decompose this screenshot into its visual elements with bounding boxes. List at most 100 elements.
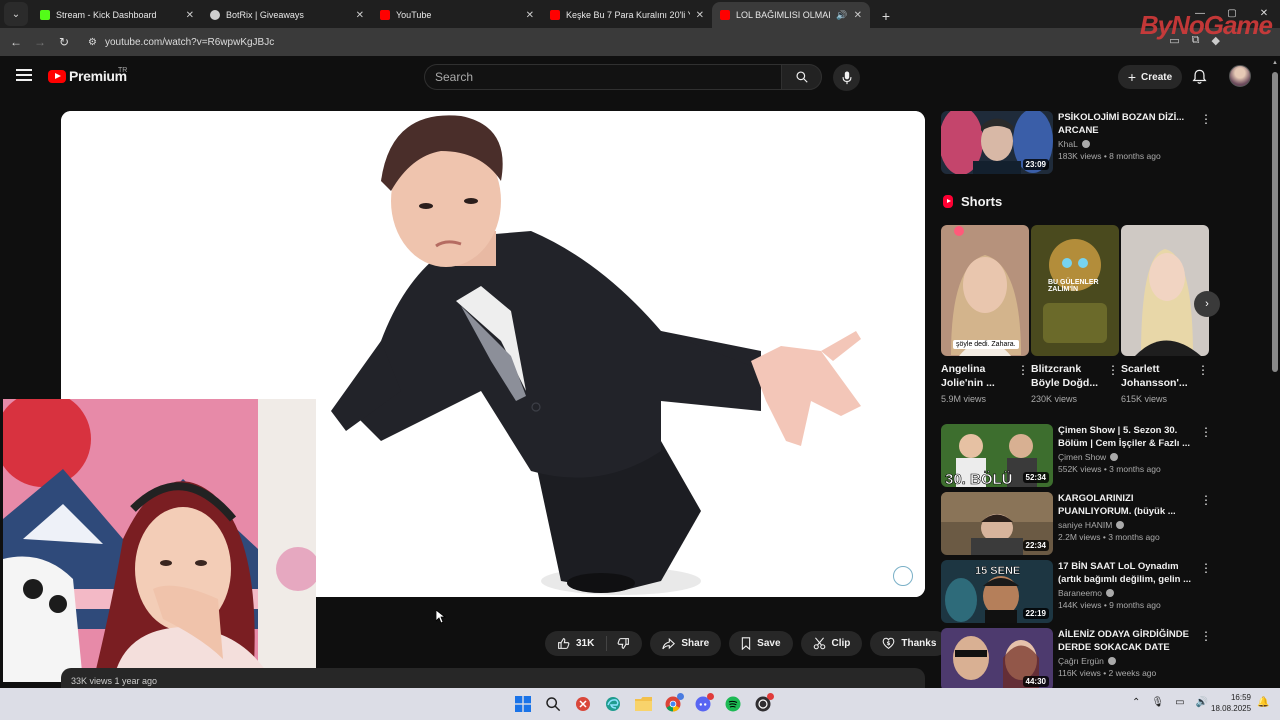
video-title[interactable]: 17 BİN SAAT LoL Oynadım (artık bağımlı d…: [1058, 560, 1196, 586]
windows-start-icon[interactable]: [512, 693, 534, 715]
volume-icon[interactable]: 🔊: [1196, 697, 1208, 708]
scrollbar-thumb[interactable]: [1272, 72, 1278, 372]
channel-name[interactable]: Baraneemo: [1058, 588, 1102, 598]
notifications-icon[interactable]: [1192, 69, 1207, 85]
recommended-video[interactable]: 15 SENE 22:19 17 BİN SAAT LoL Oynadım (a…: [941, 560, 1212, 624]
notification-badge: [677, 693, 684, 700]
account-avatar[interactable]: [1229, 65, 1251, 87]
more-vertical-icon[interactable]: ⋮: [1017, 364, 1029, 376]
video-thumbnail[interactable]: 15 SENE 22:19: [941, 560, 1053, 623]
close-tab-icon[interactable]: ✕: [186, 10, 194, 21]
video-thumbnail[interactable]: 22:34: [941, 492, 1053, 555]
channel-watermark-icon[interactable]: [893, 566, 913, 586]
youtube-premium-logo[interactable]: Premium: [48, 68, 127, 84]
back-icon[interactable]: ←: [4, 35, 28, 49]
search-input[interactable]: Search: [424, 64, 782, 90]
like-button[interactable]: 31K: [545, 631, 606, 656]
file-explorer-icon[interactable]: [632, 693, 654, 715]
video-title[interactable]: AİLENİZ ODAYA GİRDİĞİNDE DERDE SOKACAK D…: [1058, 628, 1196, 654]
recommended-video-arcane[interactable]: 23:09 PSİKOLOJİMİ BOZAN DİZİ... ARCANE K…: [941, 111, 1212, 175]
network-icon[interactable]: ▭: [1175, 697, 1184, 708]
browser-tab-kick[interactable]: Stream - Kick Dashboard ✕: [32, 2, 202, 28]
recommended-video[interactable]: 44:30 AİLENİZ ODAYA GİRDİĞİNDE DERDE SOK…: [941, 628, 1212, 692]
more-vertical-icon[interactable]: ⋮: [1200, 562, 1212, 574]
windows-taskbar: ⌃ 🎙 ▭ 🔊 16:59 18.08.2025 🔔: [0, 688, 1280, 720]
page-scrollbar[interactable]: [1270, 56, 1280, 688]
url-field[interactable]: ⚙ youtube.com/watch?v=R6wpwKgJBJc: [80, 31, 282, 53]
close-tab-icon[interactable]: ✕: [696, 10, 704, 21]
shorts-next-button[interactable]: ›: [1194, 291, 1220, 317]
recommended-video[interactable]: 22:34 KARGOLARINIZI PUANLIYORUM. (büyük …: [941, 492, 1212, 556]
tab-title: Stream - Kick Dashboard: [56, 10, 157, 20]
speaker-icon[interactable]: 🔊: [836, 10, 847, 21]
microphone-icon[interactable]: 🎙: [1151, 697, 1164, 708]
discord-icon[interactable]: [692, 693, 714, 715]
short-thumbnail[interactable]: [1121, 225, 1209, 356]
video-title[interactable]: Çimen Show | 5. Sezon 30. Bölüm | Cem İş…: [1058, 424, 1196, 450]
search-icon[interactable]: [542, 693, 564, 715]
microphone-icon: [841, 70, 852, 84]
edge-icon[interactable]: [602, 693, 624, 715]
video-title[interactable]: PSİKOLOJİMİ BOZAN DİZİ... ARCANE: [1058, 111, 1196, 137]
short-title[interactable]: Blitzcrank Böyle Doğd...: [1031, 362, 1105, 390]
thanks-button[interactable]: $ Thanks: [870, 631, 949, 656]
short-title[interactable]: Angelina Jolie'nin ...: [941, 362, 1015, 390]
channel-row: Çağrı Ergün: [1058, 656, 1196, 666]
recommended-video[interactable]: 30. BÖLÜ 52:34 Çimen Show | 5. Sezon 30.…: [941, 424, 1212, 488]
create-button[interactable]: + Create: [1118, 65, 1182, 89]
short-item[interactable]: şöyle dedi. Zahara. Angelina Jolie'nin .…: [941, 225, 1029, 404]
voice-search-button[interactable]: [833, 64, 860, 91]
search-button[interactable]: [781, 64, 822, 90]
close-tab-icon[interactable]: ✕: [526, 10, 534, 21]
share-button[interactable]: Share: [650, 631, 722, 656]
obs-icon[interactable]: [752, 693, 774, 715]
video-thumbnail[interactable]: 23:09: [941, 111, 1053, 174]
tab-search-button[interactable]: ⌄: [4, 2, 28, 26]
short-item[interactable]: BU GÜLENLER ZALİM'İN Blitzcrank Böyle Do…: [1031, 225, 1119, 404]
reload-icon[interactable]: ↻: [52, 35, 76, 49]
more-vertical-icon[interactable]: ⋮: [1200, 494, 1212, 506]
close-tab-icon[interactable]: ✕: [854, 10, 862, 21]
browser-tab-youtube[interactable]: YouTube ✕: [372, 2, 542, 28]
dislike-button[interactable]: [607, 631, 642, 656]
site-info-icon[interactable]: ⚙: [88, 37, 97, 48]
more-vertical-icon[interactable]: ⋮: [1200, 113, 1212, 125]
browser-tab-botrix[interactable]: BotRix | Giveaways ✕: [202, 2, 372, 28]
new-tab-button[interactable]: +: [874, 4, 898, 28]
chrome-icon[interactable]: [662, 693, 684, 715]
short-thumbnail[interactable]: şöyle dedi. Zahara.: [941, 225, 1029, 356]
video-title[interactable]: KARGOLARINIZI PUANLIYORUM. (büyük ...: [1058, 492, 1196, 518]
spotify-icon[interactable]: [722, 693, 744, 715]
browser-tab-keske[interactable]: Keşke Bu 7 Para Kuralını 20'li Ya ✕: [542, 2, 712, 28]
more-vertical-icon[interactable]: ⋮: [1197, 364, 1209, 376]
video-thumbnail[interactable]: 44:30: [941, 628, 1053, 691]
close-tab-icon[interactable]: ✕: [356, 10, 364, 21]
menu-icon[interactable]: [16, 69, 32, 81]
video-thumbnail[interactable]: 30. BÖLÜ 52:34: [941, 424, 1053, 487]
short-thumbnail[interactable]: BU GÜLENLER ZALİM'İN: [1031, 225, 1119, 356]
plus-icon: +: [1127, 69, 1137, 85]
more-vertical-icon[interactable]: ⋮: [1200, 630, 1212, 642]
channel-name[interactable]: Çimen Show: [1058, 452, 1106, 462]
youtube-logo-icon: [48, 69, 66, 83]
channel-name[interactable]: saniye HANIM: [1058, 520, 1112, 530]
short-title[interactable]: Scarlett Johansson'...: [1121, 362, 1195, 390]
channel-name[interactable]: KhaL: [1058, 139, 1078, 149]
scroll-up-icon[interactable]: ▲: [1272, 60, 1278, 66]
more-vertical-icon[interactable]: ⋮: [1200, 426, 1212, 438]
video-duration: 22:19: [1022, 608, 1049, 619]
browser-tab-lol[interactable]: LOL BAĞIMLISI OLMAK - Yo 🔊 ✕: [712, 2, 870, 28]
forward-icon[interactable]: →: [28, 35, 52, 49]
notifications-icon[interactable]: 🔔: [1257, 697, 1269, 708]
channel-name[interactable]: Çağrı Ergün: [1058, 656, 1104, 666]
verified-icon: [1116, 521, 1125, 529]
chevron-up-icon[interactable]: ⌃: [1132, 697, 1140, 708]
channel-row: Baraneemo: [1058, 588, 1196, 598]
save-button[interactable]: Save: [729, 631, 793, 656]
short-item[interactable]: Scarlett Johansson'... 615K views ⋮: [1121, 225, 1209, 404]
app-icon-red[interactable]: [572, 693, 594, 715]
recording-indicator: [767, 693, 774, 700]
clip-button[interactable]: Clip: [800, 631, 863, 656]
system-clock[interactable]: 16:59 18.08.2025: [1211, 692, 1251, 714]
more-vertical-icon[interactable]: ⋮: [1107, 364, 1119, 376]
